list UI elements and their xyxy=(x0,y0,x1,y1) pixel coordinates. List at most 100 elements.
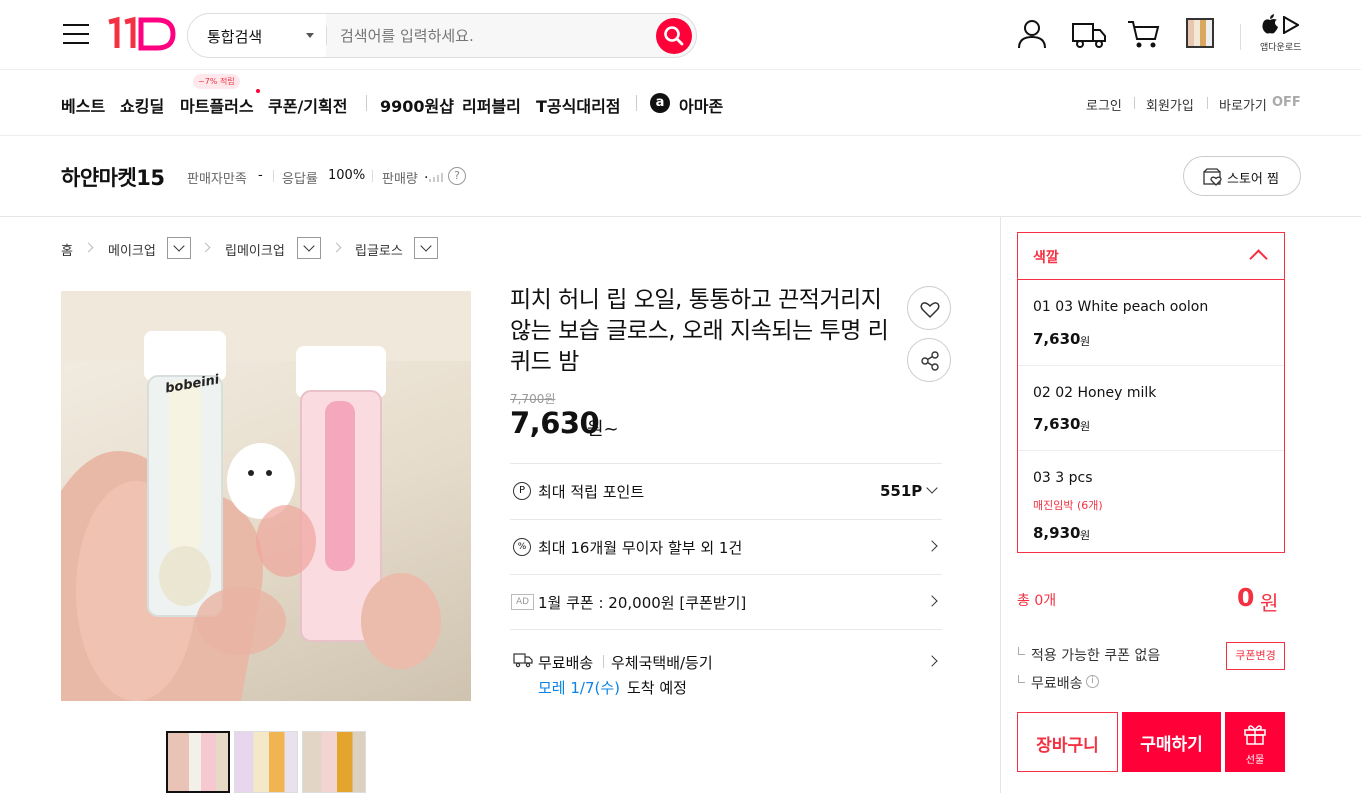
help-icon[interactable]: ? xyxy=(448,167,466,185)
coupon-label: 1월 쿠폰 : 20,000원 [쿠폰받기] xyxy=(538,594,747,612)
logo[interactable] xyxy=(105,14,177,54)
tree-branch-icon xyxy=(1018,647,1025,655)
app-download-link[interactable]: 앱다운로드 xyxy=(1258,14,1304,54)
nav-9900-shop[interactable]: 9900원샵 xyxy=(380,93,454,117)
thumbnail-2[interactable] xyxy=(234,731,298,793)
installment-label: 최대 16개월 무이자 할부 외 1건 xyxy=(538,539,743,557)
search-input[interactable] xyxy=(340,24,640,48)
truck-icon xyxy=(513,653,533,668)
option-item-1[interactable]: 01 03 White peach oolon 7,630 원 xyxy=(1018,280,1284,366)
gift-icon xyxy=(1244,725,1266,745)
nav-t-official[interactable]: T공식대리점 xyxy=(536,93,621,117)
product-main-image[interactable]: bobeini xyxy=(61,291,471,701)
mart-plus-badge: ~7% 적립 xyxy=(193,74,240,89)
cart-button-label: 장바구니 xyxy=(1036,736,1099,756)
sales-label: 판매량 xyxy=(382,172,418,187)
nav-mart-plus[interactable]: 마트플러스 xyxy=(180,93,254,117)
nav-shocking-deal[interactable]: 쇼킹딜 xyxy=(120,93,164,117)
thumbnail-3[interactable] xyxy=(302,731,366,793)
chevron-right-icon xyxy=(926,595,938,607)
chevron-right-icon xyxy=(926,655,938,667)
chevron-down-icon xyxy=(303,240,315,252)
option-unit: 원 xyxy=(1080,420,1091,433)
gift-button-label: 선물 xyxy=(1245,755,1265,766)
product-title: 피치 허니 립 오일, 통통하고 끈적거리지 않는 보습 글로스, 오래 지속되… xyxy=(510,287,889,375)
nav-best[interactable]: 베스트 xyxy=(61,93,105,117)
satisfaction-label: 판매자만족 xyxy=(187,172,247,187)
option-stock-note: 매진임박 (6개) xyxy=(1033,499,1103,512)
store-heart-icon xyxy=(1203,168,1222,186)
option-header[interactable]: 색깔 xyxy=(1018,233,1284,280)
option-name: 01 03 White peach oolon xyxy=(1033,299,1209,315)
breadcrumb-home[interactable]: 홈 xyxy=(61,240,73,259)
search-category-select[interactable]: 통합검색 xyxy=(188,14,326,57)
top-header: 통합검색 앱다운로드 xyxy=(0,0,1361,70)
buy-button-label: 구매하기 xyxy=(1140,735,1203,755)
store-follow-button[interactable]: 스토어 찜 xyxy=(1183,156,1301,196)
option-price: 7,630 xyxy=(1033,330,1081,348)
info-icon[interactable]: i xyxy=(1086,675,1099,688)
cart-icon[interactable] xyxy=(1127,19,1161,49)
thumbnail-1[interactable] xyxy=(166,731,230,793)
option-name: 03 3 pcs xyxy=(1033,470,1093,486)
nav-refurb[interactable]: 리퍼블리 xyxy=(462,93,521,117)
chevron-down-icon xyxy=(926,482,938,494)
store-name[interactable]: 하얀마켓15 xyxy=(61,162,165,192)
user-icon[interactable] xyxy=(1016,18,1048,50)
free-shipping-summary: 무료배송 xyxy=(1031,676,1083,692)
search-button[interactable] xyxy=(656,18,692,54)
right-panel-divider xyxy=(1000,217,1001,793)
chevron-right-icon xyxy=(200,242,211,253)
arrival-date: 모레 1/7(수) xyxy=(538,679,621,697)
breadcrumb-lip-gloss[interactable]: 립글로스 xyxy=(355,240,403,259)
breadcrumb-dropdown-3[interactable] xyxy=(414,237,438,259)
option-item-2[interactable]: 02 02 Honey milk 7,630 원 xyxy=(1018,366,1284,451)
points-row[interactable]: P 최대 적립 포인트 551P xyxy=(510,464,942,520)
installment-row[interactable]: % 최대 16개월 무이자 할부 외 1건 xyxy=(510,520,942,575)
recent-viewed-thumbnail[interactable] xyxy=(1186,18,1214,48)
option-unit: 원 xyxy=(1080,335,1091,348)
play-store-icon xyxy=(1283,16,1299,34)
nav-amazon[interactable]: 아마존 xyxy=(679,93,723,117)
coupon-change-button[interactable]: 쿠폰변경 xyxy=(1226,642,1285,670)
coupon-row[interactable]: AD 1월 쿠폰 : 20,000원 [쿠폰받기] xyxy=(510,575,942,630)
shortcut-toggle[interactable]: OFF xyxy=(1272,95,1301,110)
share-button[interactable] xyxy=(907,338,951,382)
option-unit: 원 xyxy=(1080,529,1091,542)
sales-level-icon xyxy=(429,172,445,182)
buy-button[interactable]: 구매하기 xyxy=(1122,712,1221,772)
app-download-label: 앱다운로드 xyxy=(1260,43,1302,53)
delivery-truck-icon[interactable] xyxy=(1071,20,1107,50)
chevron-right-icon xyxy=(926,540,938,552)
coupon-none-label: 적용 가능한 쿠폰 없음 xyxy=(1031,648,1161,664)
sale-price-suffix: 원~ xyxy=(587,419,619,440)
menu-icon[interactable] xyxy=(63,24,89,46)
shipping-row[interactable]: 무료배송 우체국택배/등기 모레 1/7(수) 도착 예정 xyxy=(510,630,942,705)
share-icon xyxy=(921,351,939,371)
original-price: 7,700원 xyxy=(510,392,556,406)
cart-button[interactable]: 장바구니 xyxy=(1017,712,1118,772)
breadcrumb-dropdown-1[interactable] xyxy=(167,237,191,259)
login-link[interactable]: 로그인 xyxy=(1086,95,1122,114)
caret-down-icon xyxy=(306,33,314,38)
breadcrumb-makeup[interactable]: 메이크업 xyxy=(108,240,156,259)
free-shipping-label: 무료배송 xyxy=(538,654,594,672)
points-label: 최대 적립 포인트 xyxy=(538,483,645,501)
total-price-unit: 원 xyxy=(1260,591,1279,615)
nav-coupon[interactable]: 쿠폰/기획전 xyxy=(268,93,347,117)
gift-button[interactable]: 선물 xyxy=(1225,712,1285,772)
apple-icon xyxy=(1262,14,1278,34)
breadcrumb-dropdown-2[interactable] xyxy=(297,237,321,259)
shortcut-label: 바로가기 xyxy=(1219,99,1267,114)
search-icon xyxy=(664,26,684,46)
option-item-3[interactable]: 03 3 pcs 매진임박 (6개) 8,930 원 xyxy=(1018,451,1284,552)
wishlist-button[interactable] xyxy=(907,286,951,330)
signup-link[interactable]: 회원가입 xyxy=(1146,95,1194,114)
breadcrumb-lip-makeup[interactable]: 립메이크업 xyxy=(225,240,285,259)
percent-icon: % xyxy=(513,538,531,556)
option-price: 7,630 xyxy=(1033,415,1081,433)
total-count: 총 0개 xyxy=(1017,593,1057,609)
arrival-suffix: 도착 예정 xyxy=(627,679,687,697)
chevron-up-icon xyxy=(1249,249,1268,268)
response-value: 100% xyxy=(328,168,366,183)
